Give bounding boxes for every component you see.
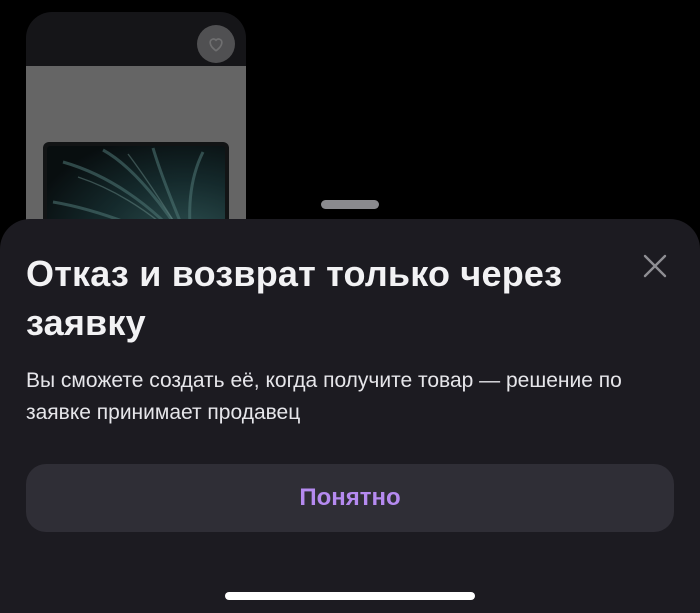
understood-button[interactable]: Понятно: [26, 464, 674, 532]
drag-handle[interactable]: [321, 200, 379, 209]
home-indicator[interactable]: [225, 592, 475, 600]
close-icon: [643, 254, 667, 278]
close-button[interactable]: [638, 249, 672, 283]
screen: Отказ и возврат только через заявку Вы с…: [0, 0, 700, 613]
sheet-description: Вы сможете создать её, когда получите то…: [26, 369, 622, 424]
sheet-title: Отказ и возврат только через заявку: [26, 253, 563, 343]
bottom-sheet: Отказ и возврат только через заявку Вы с…: [0, 219, 700, 613]
